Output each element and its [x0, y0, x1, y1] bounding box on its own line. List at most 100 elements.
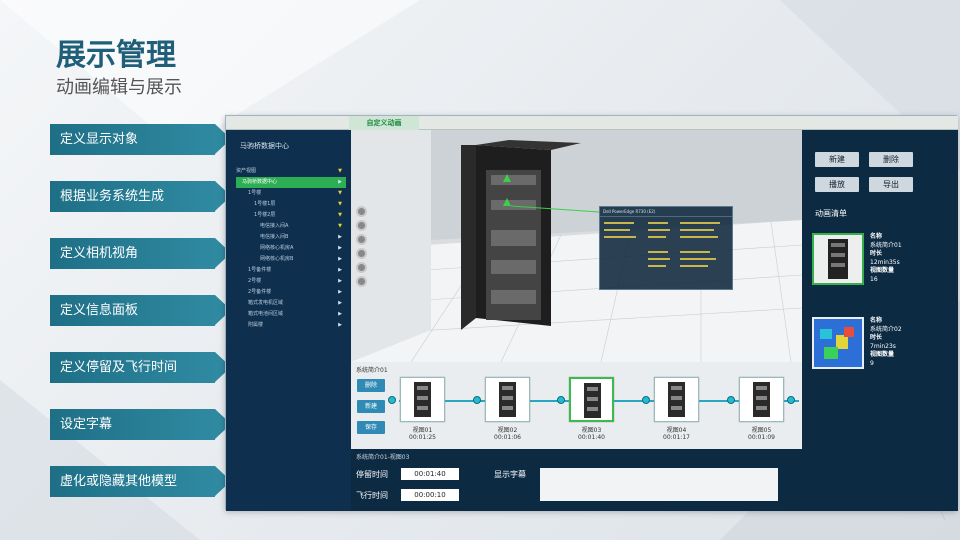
chevron-right-icon[interactable]: ▶: [338, 320, 342, 331]
tree-item[interactable]: 1号楼 ▼: [236, 188, 346, 199]
tree-item-label: 1号楼1层: [254, 201, 276, 207]
tree-item-label: 资产视图: [236, 168, 257, 174]
chevron-right-icon[interactable]: ▶: [338, 287, 342, 298]
step-set-caption: 设定字幕: [50, 409, 241, 440]
chevron-right-icon[interactable]: ▶: [338, 254, 342, 265]
keyframe-time: 00:01:25: [409, 434, 436, 441]
tree-item[interactable]: 马驹桥数据中心 ▶: [236, 177, 346, 188]
step-label: 定义信息面板: [60, 303, 139, 318]
tree-item-label: 箱式电池间区域: [248, 311, 284, 317]
view-control-button[interactable]: [356, 276, 367, 287]
chevron-down-icon[interactable]: ▼: [338, 199, 342, 210]
new-animation-button[interactable]: 新建: [815, 152, 859, 167]
view-control-button[interactable]: [356, 262, 367, 273]
save-keyframe-button[interactable]: 保存: [357, 421, 385, 434]
step-label: 虚化或隐藏其他模型: [60, 474, 178, 489]
play-animation-button[interactable]: 播放: [815, 177, 859, 192]
tree-item[interactable]: 电信接入间B ▶: [236, 232, 346, 243]
fly-time-input[interactable]: 00:00:10: [401, 489, 459, 501]
chevron-right-icon[interactable]: ▶: [338, 232, 342, 243]
delete-animation-button[interactable]: 删除: [869, 152, 913, 167]
caption-input[interactable]: [540, 468, 778, 501]
keyframe-thumbnail: [654, 377, 699, 422]
tab-custom-animation[interactable]: 自定义动画: [349, 116, 419, 130]
animation-item[interactable]: 名称 系统简介02 时长 7min23s 视图数量 9: [812, 317, 952, 377]
caption-label: 显示字幕: [494, 470, 526, 479]
tree-item-label: 电信接入间A: [260, 223, 289, 229]
tree-item[interactable]: 网络核心机房B ▶: [236, 254, 346, 265]
tree-item[interactable]: 2号备件楼 ▶: [236, 287, 346, 298]
step-list: 定义显示对象 根据业务系统生成 定义相机视角 定义信息面板 定义停留及飞行时间 …: [50, 124, 241, 523]
keyframe[interactable]: 视图03 00:01:40: [569, 377, 614, 441]
keyframe-connector-dot: [642, 396, 650, 404]
info-panel-content: [604, 222, 720, 267]
chevron-right-icon[interactable]: ▶: [338, 243, 342, 254]
view-control-button[interactable]: [356, 234, 367, 245]
keyframe-time: 00:01:06: [494, 434, 521, 441]
sidebar-header: 马驹桥数据中心: [240, 142, 289, 150]
scene-render: [351, 130, 802, 362]
keyframe-connector-dot: [727, 396, 735, 404]
tree-item[interactable]: 1号楼1层 ▼: [236, 199, 346, 210]
info-panel-title: Dell PowerEdge R730 (E2): [600, 207, 732, 217]
animation-name: 系统简介02: [870, 325, 902, 333]
chevron-right-icon[interactable]: ▶: [338, 276, 342, 287]
tree-item[interactable]: 1号备件楼 ▶: [236, 265, 346, 276]
animation-info: 名称 系统简介02 时长 7min23s 视图数量 9: [870, 317, 902, 367]
export-animation-button[interactable]: 导出: [869, 177, 913, 192]
3d-viewport[interactable]: Dell PowerEdge R730 (E2): [351, 130, 802, 362]
tree-item[interactable]: 网络核心机房A ▶: [236, 243, 346, 254]
animation-name: 系统简介01: [870, 241, 902, 249]
delete-keyframe-button[interactable]: 删除: [357, 379, 385, 392]
animation-duration: 7min23s: [870, 342, 896, 350]
chevron-down-icon[interactable]: ▼: [338, 221, 342, 232]
animation-view-count: 9: [870, 359, 874, 367]
stay-time-label: 停留时间: [356, 470, 388, 479]
keyframe-name: 视图02: [497, 427, 518, 434]
chevron-right-icon[interactable]: ▶: [338, 177, 342, 188]
sidebar: 马驹桥数据中心 资产视图 ▼ 马驹桥数据中心 ▶ 1号楼 ▼ 1号楼1层 ▼ 1号楼2层 ▼ 电信接…: [226, 130, 351, 511]
animation-item[interactable]: 名称 系统简介01 时长 12min35s 视图数量 16: [812, 233, 952, 293]
tree-item-label: 1号备件楼: [248, 267, 272, 273]
keyframe[interactable]: 视图05 00:01:09: [739, 377, 784, 441]
step-define-info-panel: 定义信息面板: [50, 295, 241, 326]
step-define-stay-fly-time: 定义停留及飞行时间: [50, 352, 241, 383]
view-controls: [356, 206, 368, 290]
tree-item[interactable]: 资产视图 ▼: [236, 166, 346, 177]
app-topbar: 自定义动画: [226, 116, 958, 130]
keyframe[interactable]: 视图01 00:01:25: [400, 377, 445, 441]
chevron-right-icon[interactable]: ▶: [338, 309, 342, 320]
detail-title: 系统简介01-视图03: [356, 454, 410, 461]
step-define-display-object: 定义显示对象: [50, 124, 241, 155]
keyframe[interactable]: 视图02 00:01:06: [485, 377, 530, 441]
animation-thumbnail: [812, 317, 864, 369]
chevron-down-icon[interactable]: ▼: [338, 166, 342, 177]
tree-item[interactable]: 附属楼 ▶: [236, 320, 346, 331]
device-info-panel: Dell PowerEdge R730 (E2): [599, 206, 733, 290]
keyframe[interactable]: 视图04 00:01:17: [654, 377, 699, 441]
keyframe-connector-dot: [473, 396, 481, 404]
chevron-right-icon[interactable]: ▶: [338, 265, 342, 276]
stay-time-input[interactable]: 00:01:40: [401, 468, 459, 480]
keyframe-time: 00:01:17: [663, 434, 690, 441]
tree-item-label: 马驹桥数据中心: [242, 179, 278, 185]
view-control-button[interactable]: [356, 206, 367, 217]
chevron-down-icon[interactable]: ▼: [338, 188, 342, 199]
chevron-right-icon[interactable]: ▶: [338, 298, 342, 309]
view-detail-panel: 系统简介01-视图03 停留时间 00:01:40 飞行时间 00:00:10 …: [351, 449, 802, 511]
tree-item[interactable]: 2号楼 ▶: [236, 276, 346, 287]
new-keyframe-button[interactable]: 新建: [357, 400, 385, 413]
tree-item-label: 2号备件楼: [248, 289, 272, 295]
step-label: 定义相机视角: [60, 246, 139, 261]
tree-item[interactable]: 电信接入间A ▼: [236, 221, 346, 232]
chevron-down-icon[interactable]: ▼: [338, 210, 342, 221]
view-control-button[interactable]: [356, 220, 367, 231]
tree-item[interactable]: 1号楼2层 ▼: [236, 210, 346, 221]
tree-item[interactable]: 箱式发电机区域 ▶: [236, 298, 346, 309]
view-control-button[interactable]: [356, 248, 367, 259]
page-title: 展示管理: [56, 38, 176, 73]
tree-item-label: 1号楼2层: [254, 212, 276, 218]
keyframe-connector-dot: [557, 396, 565, 404]
tree-item[interactable]: 箱式电池间区域 ▶: [236, 309, 346, 320]
tree-item-label: 1号楼: [248, 190, 262, 196]
